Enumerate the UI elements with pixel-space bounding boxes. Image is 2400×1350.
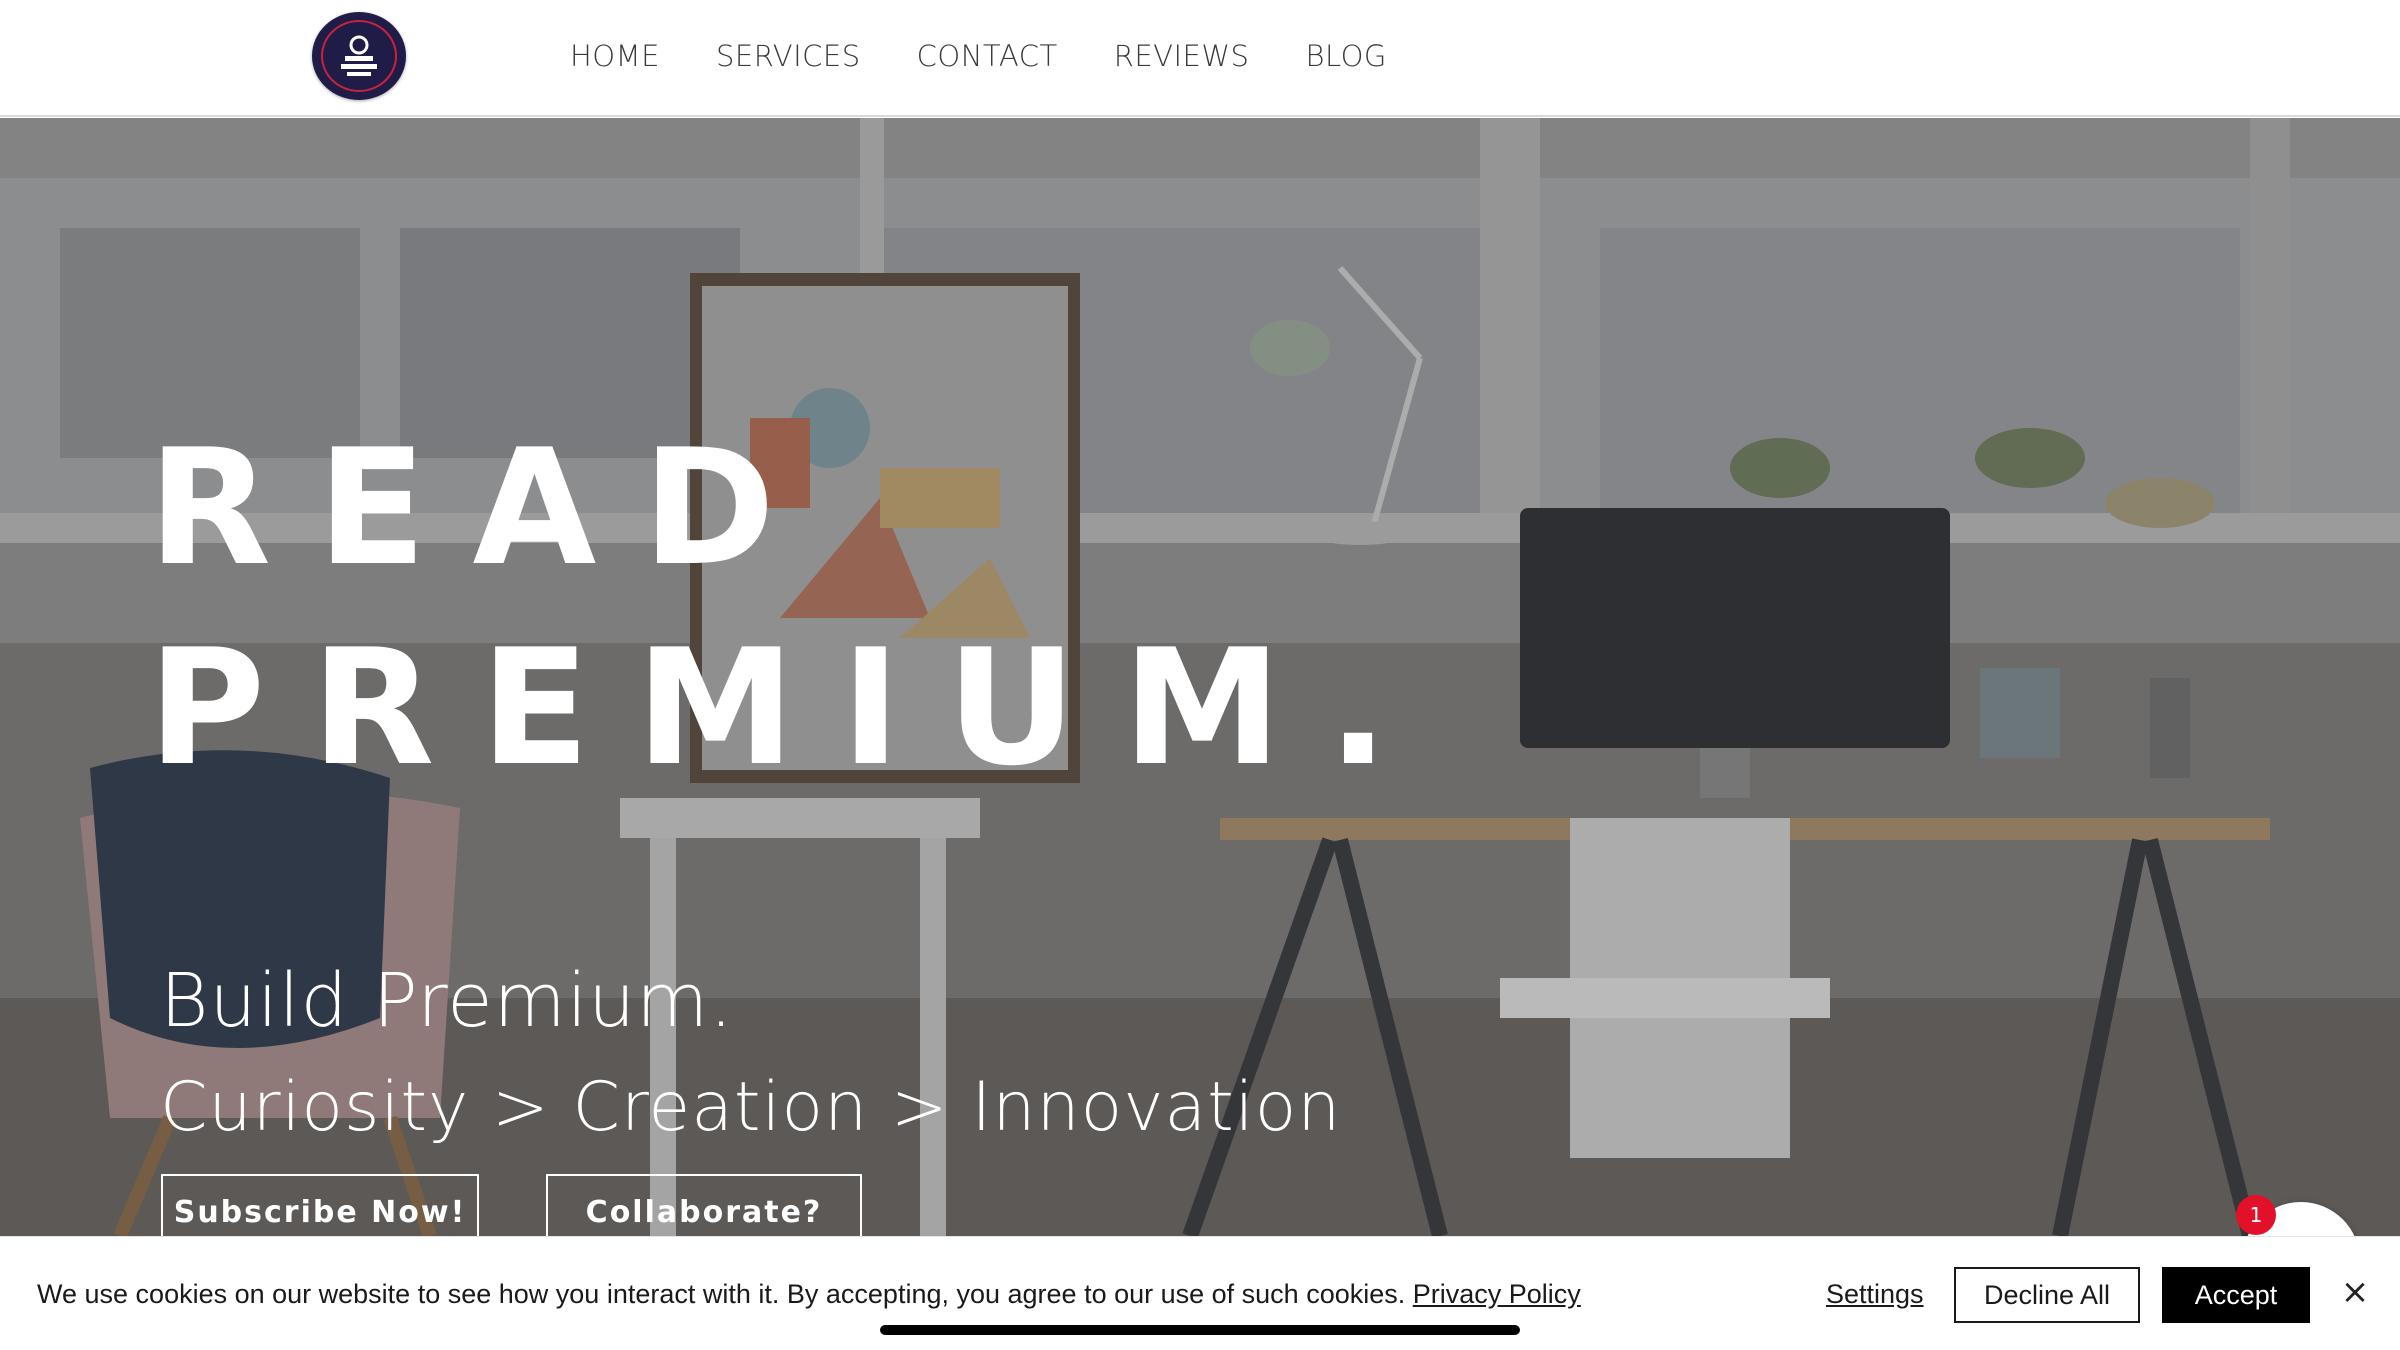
nav-reviews[interactable]: REVIEWS — [1114, 39, 1250, 73]
home-indicator — [880, 1325, 1520, 1335]
hero-section: READ PREMIUM. Build Premium. Curiosity >… — [0, 118, 2400, 1236]
nav-blog[interactable]: BLOG — [1305, 39, 1386, 73]
logo-emblem-icon — [341, 35, 377, 76]
cookie-settings-link[interactable]: Settings — [1826, 1279, 1924, 1310]
cookie-message-text: We use cookies on our website to see how… — [37, 1279, 1413, 1309]
nav-services[interactable]: SERVICES — [716, 39, 861, 73]
nav-contact[interactable]: CONTACT — [917, 39, 1058, 73]
hero-subtitle: Build Premium. — [160, 958, 734, 1044]
close-icon[interactable]: × — [2338, 1275, 2372, 1309]
privacy-policy-link[interactable]: Privacy Policy — [1413, 1279, 1581, 1309]
hero-title-line1: READ — [148, 414, 822, 601]
cookie-message: We use cookies on our website to see how… — [37, 1279, 1581, 1310]
nav-home[interactable]: HOME — [570, 39, 660, 73]
main-nav: HOME SERVICES CONTACT REVIEWS BLOG — [570, 0, 1443, 112]
decline-all-button[interactable]: Decline All — [1954, 1267, 2140, 1323]
chat-notification-badge: 1 — [2236, 1195, 2276, 1235]
hero-tagline: Curiosity > Creation > Innovation — [160, 1068, 1342, 1147]
hero-title-line2: PREMIUM. — [148, 614, 1435, 801]
site-logo[interactable] — [312, 12, 406, 100]
site-header: HOME SERVICES CONTACT REVIEWS BLOG — [0, 0, 2400, 117]
accept-button[interactable]: Accept — [2162, 1267, 2310, 1323]
